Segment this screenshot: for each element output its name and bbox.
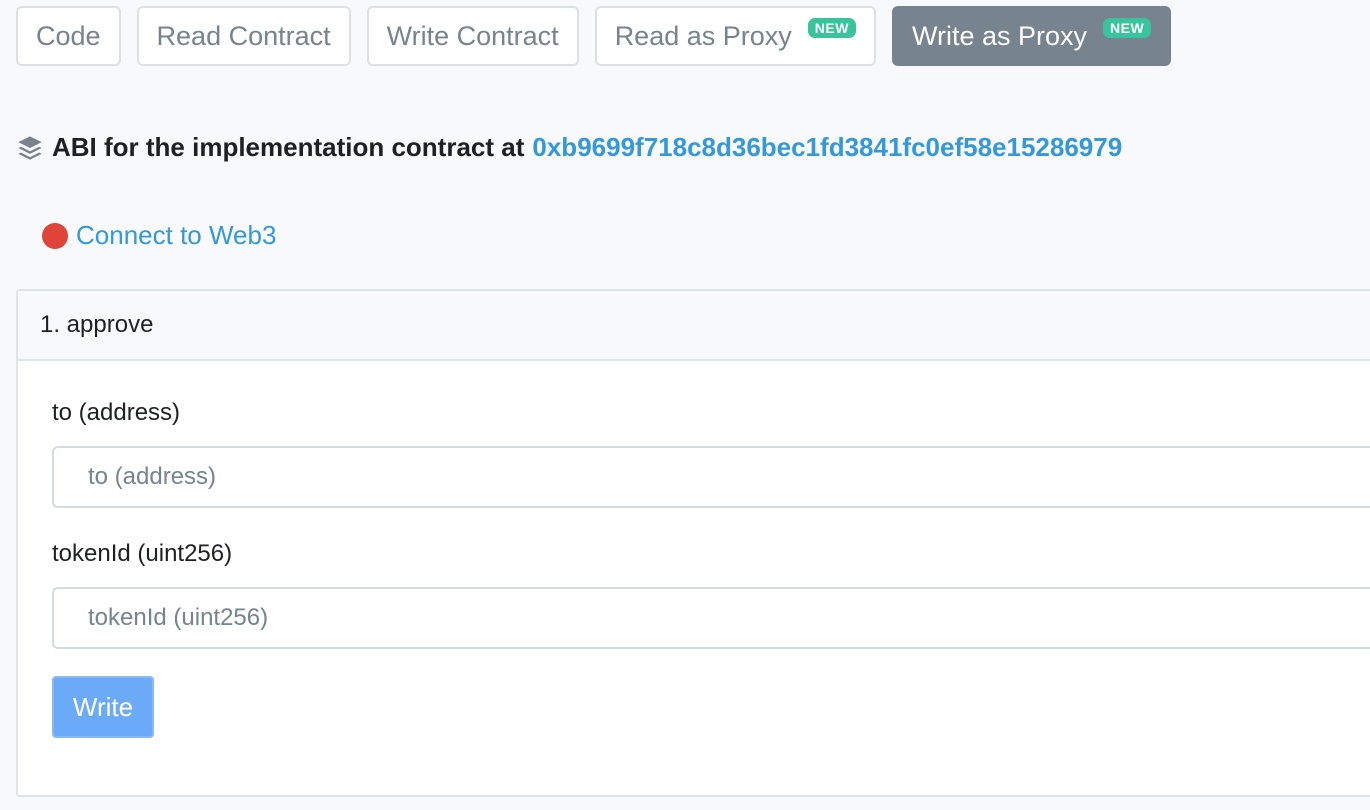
method-card-approve: 1. approve to (address) tokenId (uint256…	[16, 289, 1370, 797]
abi-heading-text: ABI for the implementation contract at	[52, 132, 525, 162]
tab-write-contract[interactable]: Write Contract	[366, 6, 579, 66]
connect-web3-label: Connect to Web3	[76, 220, 277, 250]
to-address-input[interactable]	[52, 446, 1370, 508]
tab-write-contract-label: Write Contract	[386, 20, 559, 51]
layers-icon	[18, 135, 42, 160]
implementation-address-link[interactable]: 0xb9699f718c8d36bec1fd3841fc0ef58e152869…	[532, 132, 1122, 163]
method-header-approve[interactable]: 1. approve	[18, 291, 1370, 361]
tab-code[interactable]: Code	[16, 6, 121, 66]
disconnected-status-dot	[42, 222, 68, 249]
tab-read-contract[interactable]: Read Contract	[136, 6, 351, 66]
new-badge: NEW	[807, 18, 856, 38]
method-title: 1. approve	[40, 311, 154, 338]
contract-tabs: Code Read Contract Write Contract Read a…	[16, 6, 1172, 66]
tab-read-contract-label: Read Contract	[156, 20, 331, 51]
write-button[interactable]: Write	[52, 676, 154, 738]
abi-heading: ABI for the implementation contract at 0…	[16, 132, 1122, 163]
tab-code-label: Code	[36, 20, 101, 51]
token-id-input[interactable]	[52, 587, 1370, 649]
tab-write-as-proxy-label: Write as Proxy	[911, 20, 1087, 51]
to-address-label: to (address)	[52, 399, 181, 426]
write-as-proxy-page: Code Read Contract Write Contract Read a…	[0, 0, 1370, 810]
tab-read-as-proxy[interactable]: Read as Proxy NEW	[594, 6, 876, 66]
new-badge: NEW	[1103, 18, 1152, 38]
connect-web3-link[interactable]: Connect to Web3	[42, 220, 276, 251]
tab-read-as-proxy-label: Read as Proxy	[614, 20, 792, 51]
token-id-label: tokenId (uint256)	[52, 540, 233, 567]
tab-write-as-proxy[interactable]: Write as Proxy NEW	[891, 6, 1172, 66]
